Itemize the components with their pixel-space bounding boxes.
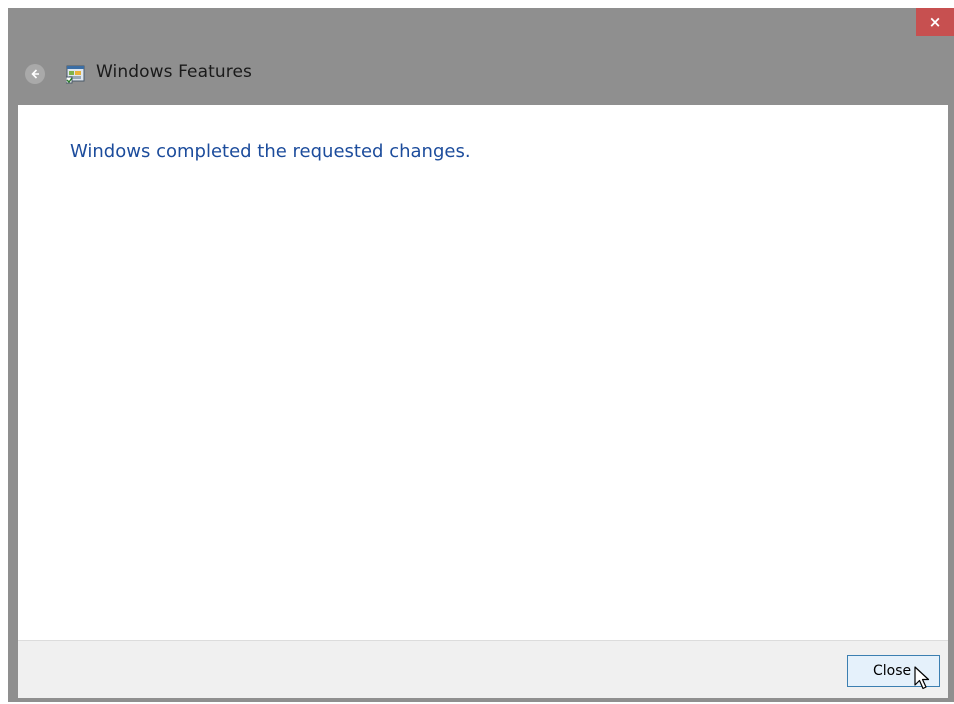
- window-title: Windows Features: [96, 62, 252, 82]
- windows-features-icon: [66, 65, 85, 84]
- status-message: Windows completed the requested changes.: [70, 141, 471, 162]
- close-button[interactable]: Close: [847, 655, 940, 687]
- back-button[interactable]: [25, 64, 45, 84]
- content-area: Windows completed the requested changes.: [18, 105, 948, 640]
- close-icon: ×: [928, 13, 942, 31]
- windows-features-dialog: × Windows Features Windows completed the…: [8, 8, 954, 702]
- dialog-footer: Close: [18, 640, 948, 698]
- window-close-button[interactable]: ×: [916, 8, 954, 36]
- back-arrow-icon: [31, 69, 39, 79]
